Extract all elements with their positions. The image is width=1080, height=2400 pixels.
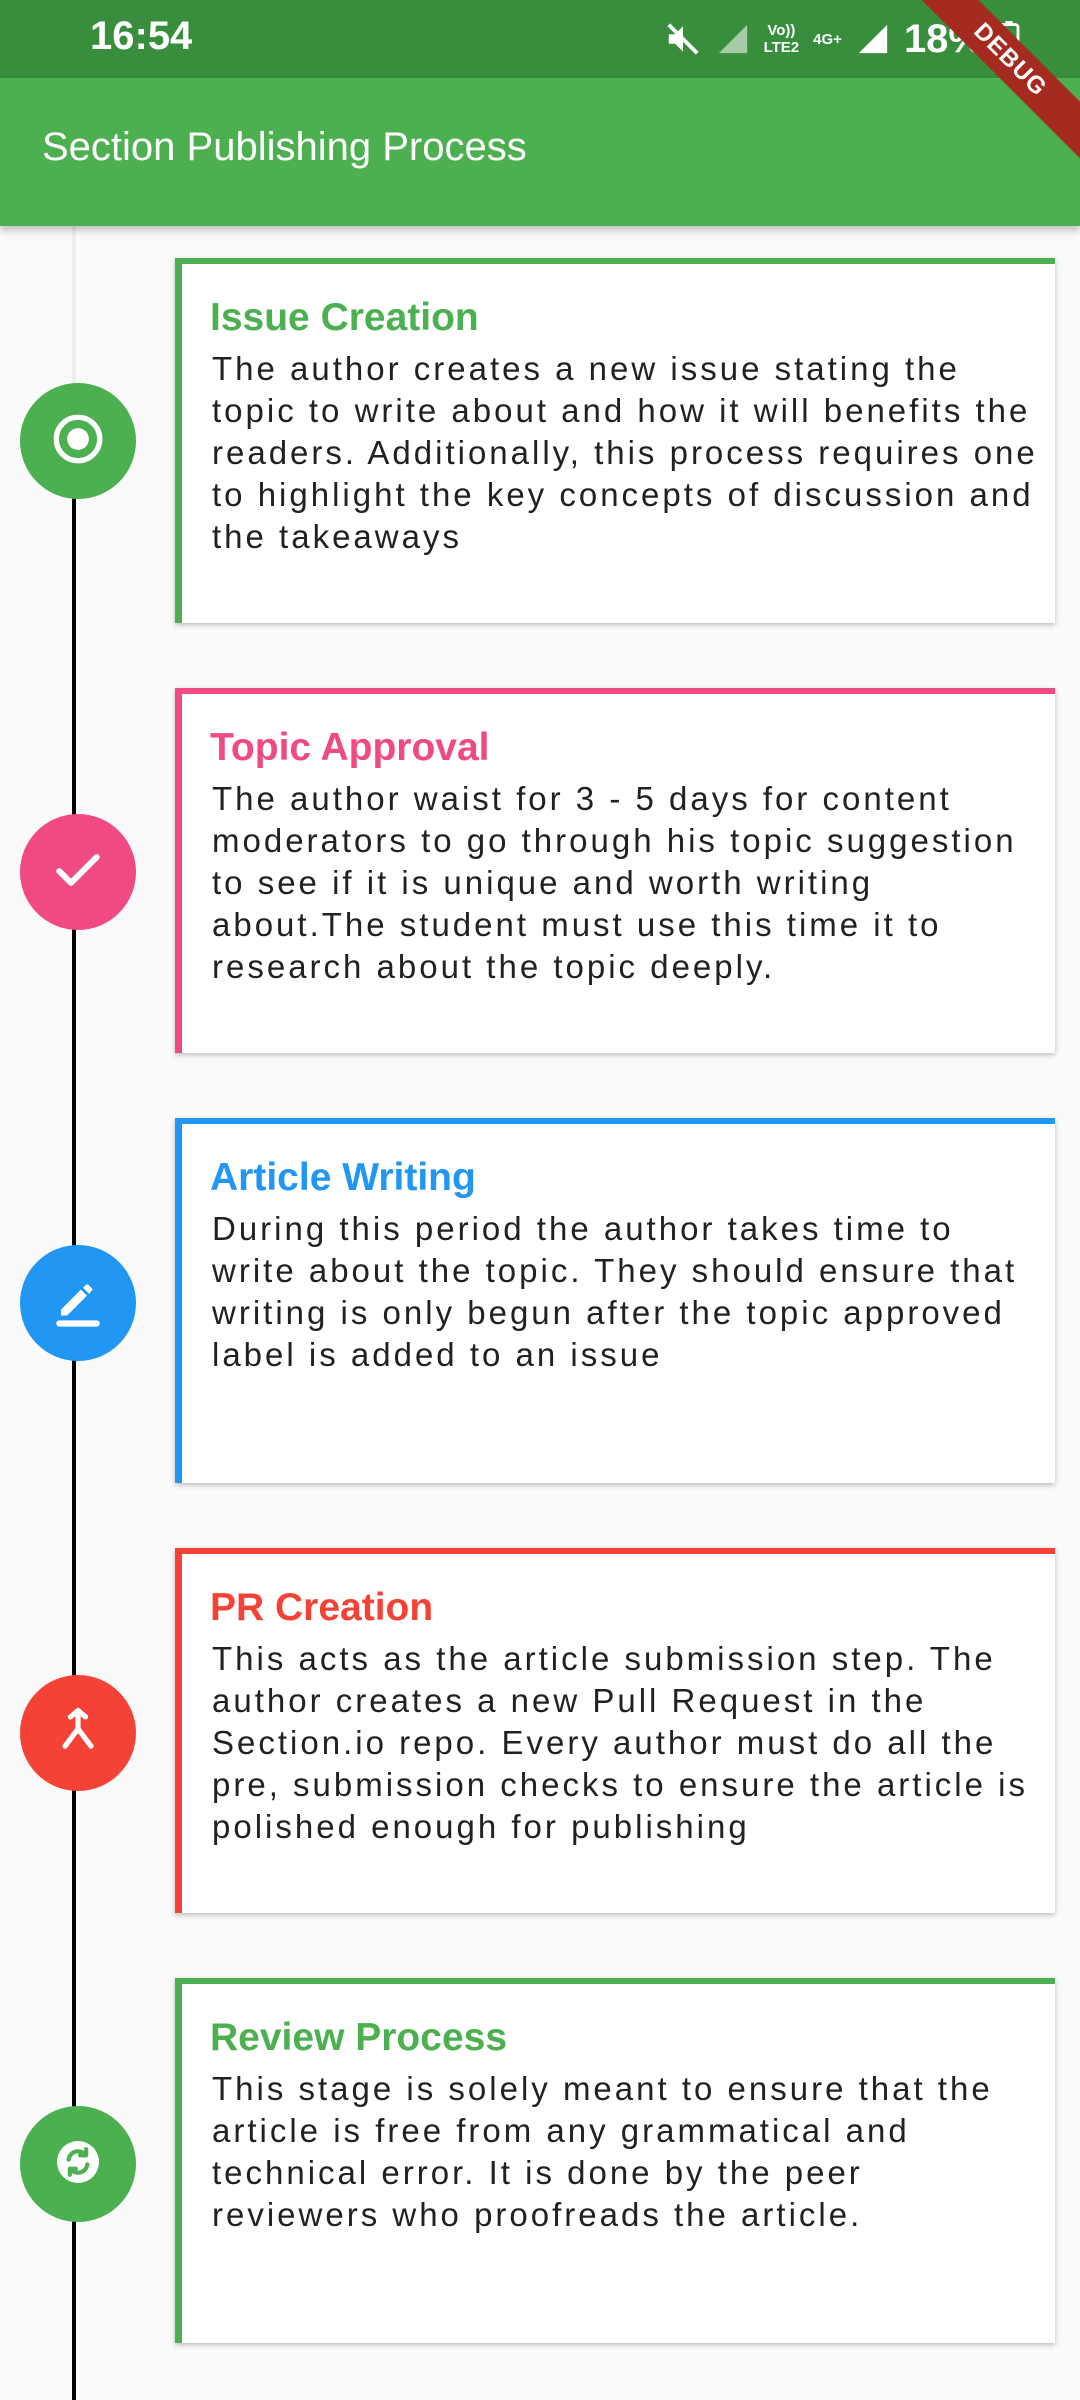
- step-title: Issue Creation: [210, 296, 479, 339]
- app-bar: Section Publishing Process: [0, 78, 1080, 226]
- step-node-review-process: [20, 2106, 136, 2222]
- step-card[interactable]: Topic Approval The author waist for 3 - …: [175, 688, 1055, 1053]
- check-icon: [50, 842, 106, 903]
- step-description: During this period the author takes time…: [212, 1210, 1018, 1373]
- step-title: Topic Approval: [210, 726, 490, 769]
- step-description: This stage is solely meant to ensure tha…: [212, 2070, 993, 2233]
- step-card[interactable]: Article Writing During this period the a…: [175, 1118, 1055, 1483]
- network-label: Vo)) LTE2: [763, 22, 800, 56]
- step-description: The author waist for 3 - 5 days for cont…: [212, 780, 1017, 985]
- step-node-issue-creation: [20, 383, 136, 499]
- step-card[interactable]: PR Creation This acts as the article sub…: [175, 1548, 1055, 1913]
- network-type: 4G+: [813, 30, 842, 48]
- signal-icon: [716, 22, 750, 56]
- status-time: 16:54: [90, 14, 193, 58]
- radio-button-icon: [49, 410, 107, 473]
- mute-icon: [664, 20, 702, 58]
- status-bar: 16:54 Vo)) LTE2 4G+ 18%: [0, 0, 1080, 78]
- signal-icon: [856, 22, 890, 56]
- step-title: Review Process: [210, 2016, 508, 2059]
- step-node-topic-approval: [20, 814, 136, 930]
- step-card[interactable]: Issue Creation The author creates a new …: [175, 258, 1055, 623]
- step-card[interactable]: Review Process This stage is solely mean…: [175, 1978, 1055, 2343]
- merge-icon: [52, 1705, 104, 1762]
- step-description: This acts as the article submission step…: [212, 1640, 1028, 1845]
- step-description: The author creates a new issue stating t…: [212, 350, 1038, 555]
- page-title: Section Publishing Process: [42, 125, 527, 169]
- sync-icon: [50, 2134, 106, 2195]
- step-node-pr-creation: [20, 1675, 136, 1791]
- step-title: PR Creation: [210, 1586, 434, 1629]
- edit-icon: [49, 1272, 107, 1335]
- step-title: Article Writing: [210, 1156, 476, 1199]
- step-node-article-writing: [20, 1245, 136, 1361]
